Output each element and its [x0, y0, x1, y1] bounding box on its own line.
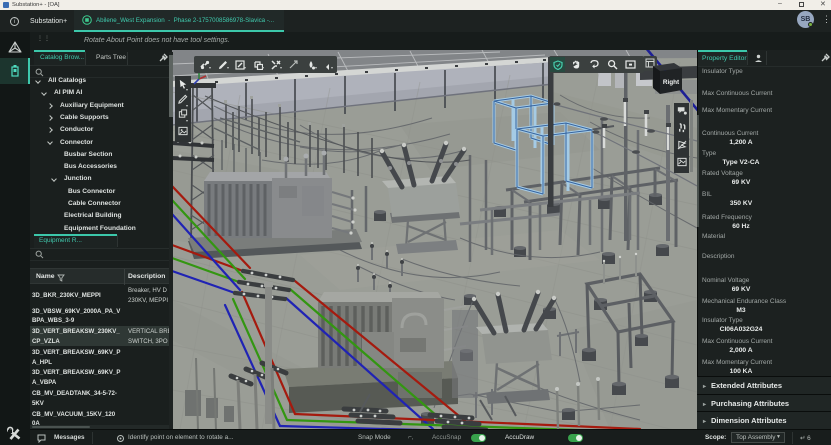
- svg-text:Right: Right: [663, 79, 680, 86]
